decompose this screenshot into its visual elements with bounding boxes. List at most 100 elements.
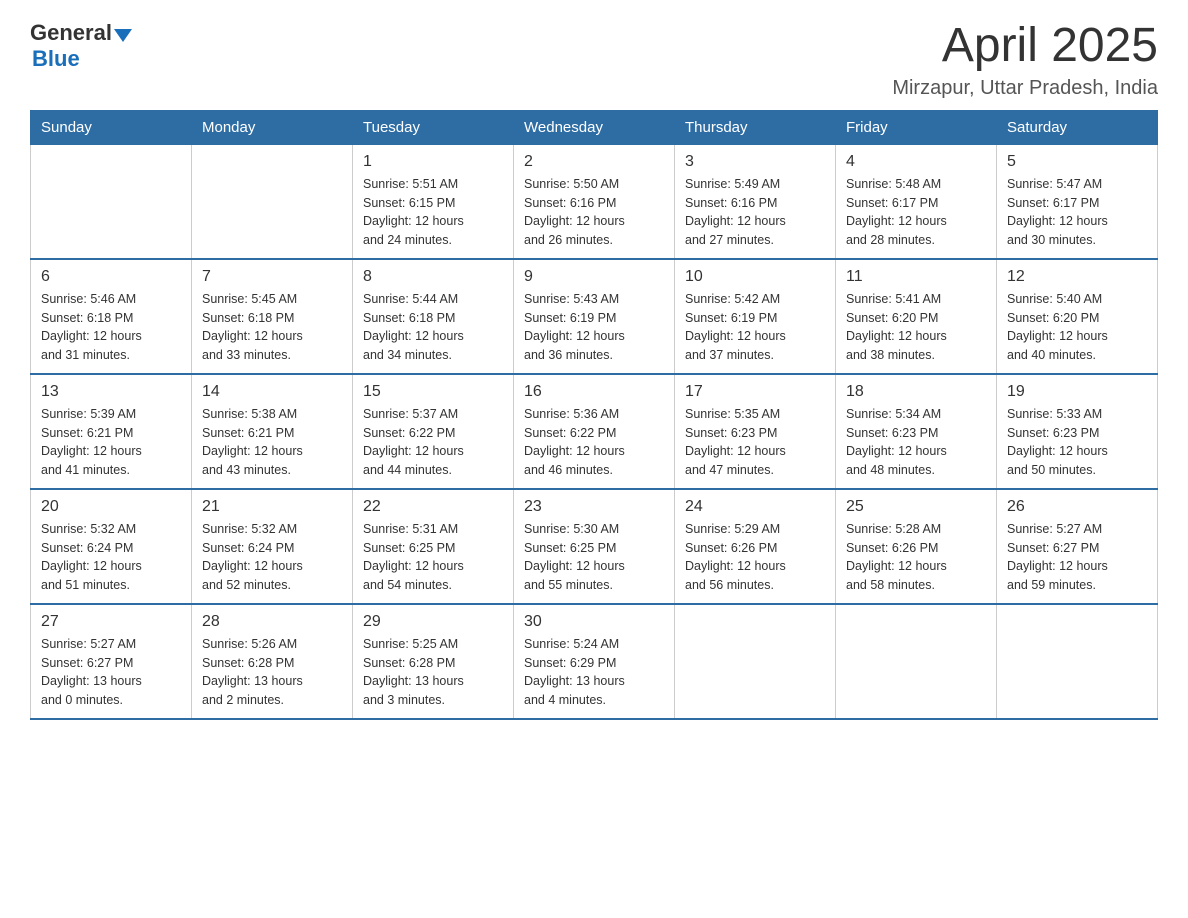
calendar-cell: 23 Sunrise: 5:30 AMSunset: 6:25 PMDayligh…: [514, 489, 675, 604]
main-title: April 2025: [892, 20, 1158, 73]
day-number: 7: [202, 268, 342, 286]
header-day-friday: Friday: [836, 110, 997, 144]
day-number: 11: [846, 268, 986, 286]
day-number: 10: [685, 268, 825, 286]
calendar-cell: 13Sunrise: 5:39 AMSunset: 6:21 PMDayligh…: [31, 374, 192, 489]
day-info: Sunrise: 5:38 AMSunset: 6:21 PMDaylight:…: [202, 405, 342, 480]
day-info: Sunrise: 5:32 AMSunset: 6:24 PMDaylight:…: [202, 520, 342, 595]
day-info: Sunrise: 5:41 AMSunset: 6:20 PMDaylight:…: [846, 290, 986, 365]
day-number: 23: [524, 498, 664, 516]
header-day-saturday: Saturday: [997, 110, 1158, 144]
day-info: Sunrise: 5:25 AMSunset: 6:28 PMDaylight:…: [363, 635, 503, 710]
day-info: Sunrise: 5:47 AMSunset: 6:17 PMDaylight:…: [1007, 175, 1147, 250]
calendar-cell: 22 Sunrise: 5:31 AMSunset: 6:25 PMDayligh…: [353, 489, 514, 604]
calendar-body: 1 Sunrise: 5:51 AMSunset: 6:15 PMDaylight…: [31, 144, 1158, 719]
calendar-cell: 17 Sunrise: 5:35 AMSunset: 6:23 PMDayligh…: [675, 374, 836, 489]
day-info: Sunrise: 5:50 AMSunset: 6:16 PMDaylight:…: [524, 175, 664, 250]
day-info: Sunrise: 5:39 AMSunset: 6:21 PMDaylight:…: [41, 405, 181, 480]
day-info: Sunrise: 5:49 AMSunset: 6:16 PMDaylight:…: [685, 175, 825, 250]
calendar-cell: [675, 604, 836, 719]
day-number: 8: [363, 268, 503, 286]
day-number: 2: [524, 153, 664, 171]
calendar-cell: 11 Sunrise: 5:41 AMSunset: 6:20 PMDayligh…: [836, 259, 997, 374]
day-number: 5: [1007, 153, 1147, 171]
day-number: 1: [363, 153, 503, 171]
day-number: 24: [685, 498, 825, 516]
day-number: 29: [363, 613, 503, 631]
calendar-cell: 3Sunrise: 5:49 AMSunset: 6:16 PMDaylight…: [675, 144, 836, 259]
calendar-cell: 18Sunrise: 5:34 AMSunset: 6:23 PMDayligh…: [836, 374, 997, 489]
day-number: 21: [202, 498, 342, 516]
calendar-cell: [31, 144, 192, 259]
calendar-cell: 4 Sunrise: 5:48 AMSunset: 6:17 PMDaylight…: [836, 144, 997, 259]
day-info: Sunrise: 5:27 AMSunset: 6:27 PMDaylight:…: [1007, 520, 1147, 595]
day-info: Sunrise: 5:51 AMSunset: 6:15 PMDaylight:…: [363, 175, 503, 250]
calendar-cell: 2 Sunrise: 5:50 AMSunset: 6:16 PMDaylight…: [514, 144, 675, 259]
header-row: SundayMondayTuesdayWednesdayThursdayFrid…: [31, 110, 1158, 144]
title-section: April 2025 Mirzapur, Uttar Pradesh, Indi…: [892, 20, 1158, 100]
calendar-cell: 5 Sunrise: 5:47 AMSunset: 6:17 PMDaylight…: [997, 144, 1158, 259]
day-info: Sunrise: 5:46 AMSunset: 6:18 PMDaylight:…: [41, 290, 181, 365]
calendar-cell: 30Sunrise: 5:24 AMSunset: 6:29 PMDayligh…: [514, 604, 675, 719]
day-number: 17: [685, 383, 825, 401]
day-info: Sunrise: 5:24 AMSunset: 6:29 PMDaylight:…: [524, 635, 664, 710]
calendar-cell: 10 Sunrise: 5:42 AMSunset: 6:19 PMDayligh…: [675, 259, 836, 374]
header-day-tuesday: Tuesday: [353, 110, 514, 144]
day-info: Sunrise: 5:26 AMSunset: 6:28 PMDaylight:…: [202, 635, 342, 710]
day-number: 16: [524, 383, 664, 401]
day-info: Sunrise: 5:35 AMSunset: 6:23 PMDaylight:…: [685, 405, 825, 480]
page-header: General Blue April 2025 Mirzapur, Uttar …: [30, 20, 1158, 100]
calendar-cell: 25Sunrise: 5:28 AMSunset: 6:26 PMDayligh…: [836, 489, 997, 604]
calendar-cell: 7 Sunrise: 5:45 AMSunset: 6:18 PMDaylight…: [192, 259, 353, 374]
week-row-3: 13Sunrise: 5:39 AMSunset: 6:21 PMDayligh…: [31, 374, 1158, 489]
day-number: 15: [363, 383, 503, 401]
calendar-cell: 15 Sunrise: 5:37 AMSunset: 6:22 PMDayligh…: [353, 374, 514, 489]
day-number: 4: [846, 153, 986, 171]
day-info: Sunrise: 5:42 AMSunset: 6:19 PMDaylight:…: [685, 290, 825, 365]
day-info: Sunrise: 5:48 AMSunset: 6:17 PMDaylight:…: [846, 175, 986, 250]
day-info: Sunrise: 5:45 AMSunset: 6:18 PMDaylight:…: [202, 290, 342, 365]
logo-blue-text: Blue: [32, 46, 80, 71]
day-info: Sunrise: 5:43 AMSunset: 6:19 PMDaylight:…: [524, 290, 664, 365]
calendar-cell: [997, 604, 1158, 719]
header-day-wednesday: Wednesday: [514, 110, 675, 144]
header-day-monday: Monday: [192, 110, 353, 144]
day-number: 6: [41, 268, 181, 286]
header-day-thursday: Thursday: [675, 110, 836, 144]
calendar-cell: 14Sunrise: 5:38 AMSunset: 6:21 PMDayligh…: [192, 374, 353, 489]
logo-general-text: General: [30, 20, 112, 46]
week-row-5: 27Sunrise: 5:27 AMSunset: 6:27 PMDayligh…: [31, 604, 1158, 719]
day-info: Sunrise: 5:32 AMSunset: 6:24 PMDaylight:…: [41, 520, 181, 595]
day-info: Sunrise: 5:29 AMSunset: 6:26 PMDaylight:…: [685, 520, 825, 595]
calendar-cell: 16 Sunrise: 5:36 AMSunset: 6:22 PMDayligh…: [514, 374, 675, 489]
week-row-2: 6 Sunrise: 5:46 AMSunset: 6:18 PMDaylight…: [31, 259, 1158, 374]
day-info: Sunrise: 5:31 AMSunset: 6:25 PMDaylight:…: [363, 520, 503, 595]
subtitle: Mirzapur, Uttar Pradesh, India: [892, 77, 1158, 100]
calendar-cell: 8 Sunrise: 5:44 AMSunset: 6:18 PMDaylight…: [353, 259, 514, 374]
day-info: Sunrise: 5:37 AMSunset: 6:22 PMDaylight:…: [363, 405, 503, 480]
day-info: Sunrise: 5:44 AMSunset: 6:18 PMDaylight:…: [363, 290, 503, 365]
day-info: Sunrise: 5:30 AMSunset: 6:25 PMDaylight:…: [524, 520, 664, 595]
day-number: 27: [41, 613, 181, 631]
calendar-cell: 21 Sunrise: 5:32 AMSunset: 6:24 PMDayligh…: [192, 489, 353, 604]
day-info: Sunrise: 5:33 AMSunset: 6:23 PMDaylight:…: [1007, 405, 1147, 480]
day-number: 25: [846, 498, 986, 516]
day-number: 28: [202, 613, 342, 631]
logo: General Blue: [30, 20, 132, 72]
day-number: 19: [1007, 383, 1147, 401]
week-row-1: 1 Sunrise: 5:51 AMSunset: 6:15 PMDaylight…: [31, 144, 1158, 259]
calendar-cell: 9 Sunrise: 5:43 AMSunset: 6:19 PMDaylight…: [514, 259, 675, 374]
day-number: 9: [524, 268, 664, 286]
week-row-4: 20Sunrise: 5:32 AMSunset: 6:24 PMDayligh…: [31, 489, 1158, 604]
calendar-cell: [192, 144, 353, 259]
day-info: Sunrise: 5:36 AMSunset: 6:22 PMDaylight:…: [524, 405, 664, 480]
calendar-cell: 1 Sunrise: 5:51 AMSunset: 6:15 PMDaylight…: [353, 144, 514, 259]
calendar-cell: 26Sunrise: 5:27 AMSunset: 6:27 PMDayligh…: [997, 489, 1158, 604]
calendar-cell: [836, 604, 997, 719]
calendar-cell: 29 Sunrise: 5:25 AMSunset: 6:28 PMDayligh…: [353, 604, 514, 719]
day-number: 22: [363, 498, 503, 516]
calendar-cell: 20Sunrise: 5:32 AMSunset: 6:24 PMDayligh…: [31, 489, 192, 604]
calendar-cell: 24 Sunrise: 5:29 AMSunset: 6:26 PMDayligh…: [675, 489, 836, 604]
day-number: 12: [1007, 268, 1147, 286]
calendar-table: SundayMondayTuesdayWednesdayThursdayFrid…: [30, 110, 1158, 720]
